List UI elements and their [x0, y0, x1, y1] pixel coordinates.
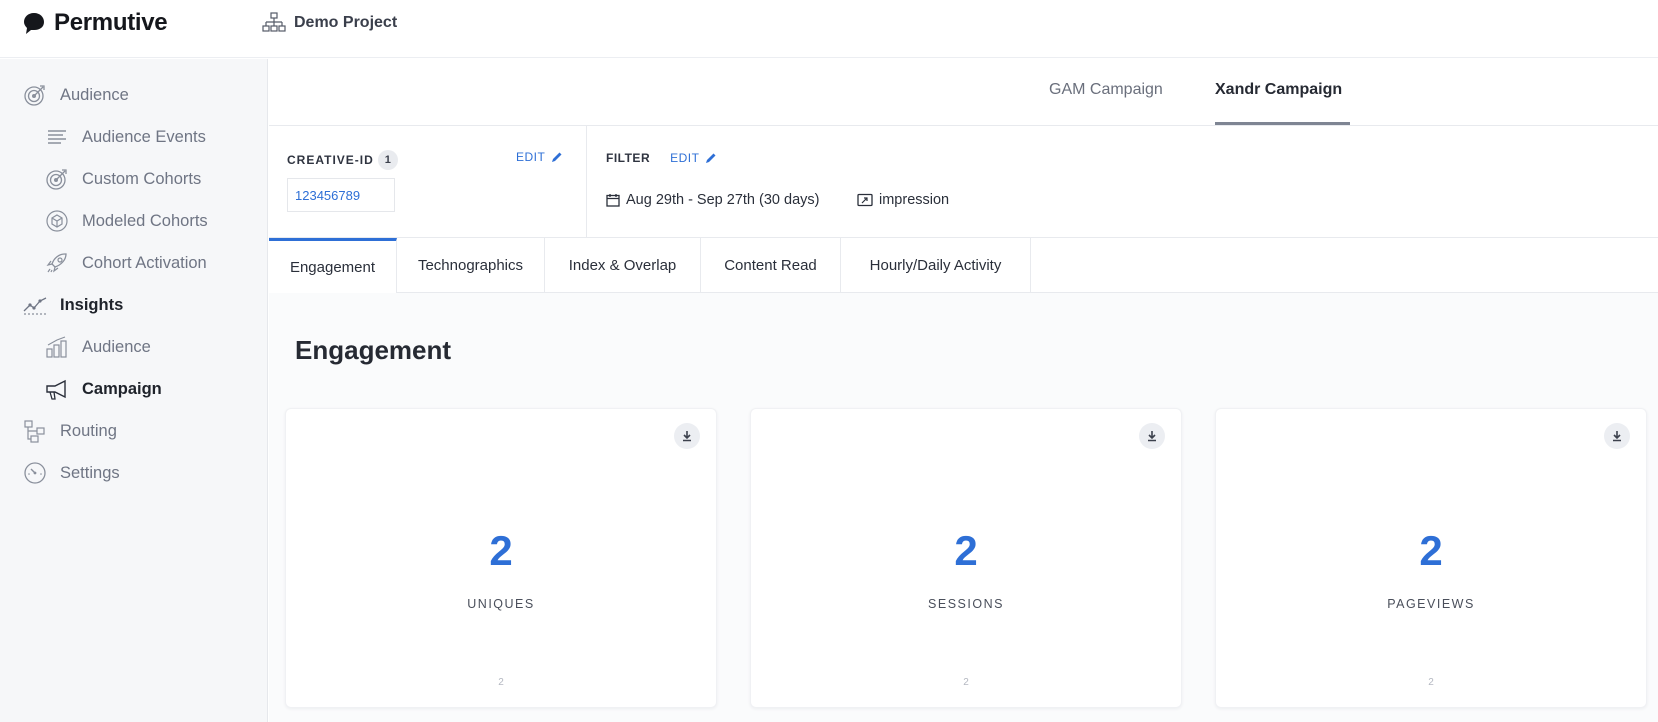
creative-count-badge: 1: [377, 150, 398, 170]
top-bar: Permutive Demo Project: [0, 0, 1658, 58]
brand-name: Permutive: [54, 9, 168, 36]
sidebar-item-label: Audience: [82, 337, 151, 356]
metric-label: PAGEVIEWS: [1387, 597, 1475, 611]
project-name: Demo Project: [294, 14, 398, 31]
date-range-text: Aug 29th - Sep 27th (30 days): [626, 192, 820, 208]
cube-icon: [44, 208, 70, 234]
section-tabs: Engagement Technographics Index & Overla…: [269, 238, 1658, 293]
tab-gam-campaign[interactable]: GAM Campaign: [1049, 81, 1163, 99]
metric-subvalue: 2: [1428, 677, 1434, 688]
sidebar-item-label: Custom Cohorts: [82, 169, 202, 188]
sidebar-item-campaign[interactable]: Campaign: [44, 376, 162, 402]
trend-line-icon: [22, 292, 48, 318]
tab-label: Index & Overlap: [568, 257, 677, 274]
impression-icon: [857, 193, 873, 207]
gauge-icon: [22, 460, 48, 486]
target-icon: [22, 82, 48, 108]
sidebar-item-audience-events[interactable]: Audience Events: [44, 124, 206, 150]
download-icon: [1148, 431, 1156, 442]
metric-value: 2: [489, 527, 513, 574]
metric-value: 2: [954, 527, 978, 574]
filter-bar: CREATIVE-ID 1 EDIT 123456789 FILTER EDIT…: [269, 126, 1658, 238]
tab-hourly-daily-activity[interactable]: Hourly/Daily Activity: [841, 238, 1031, 293]
sidebar-item-label: Insights: [60, 295, 124, 314]
creative-id-chip[interactable]: 123456789: [287, 178, 395, 212]
tab-label: Hourly/Daily Activity: [869, 257, 1002, 274]
edit-filter-button[interactable]: EDIT: [670, 151, 717, 165]
metric-value: 2: [1419, 527, 1443, 574]
download-button[interactable]: [1139, 423, 1165, 449]
permutive-logo-icon: [24, 13, 44, 34]
tab-label: Technographics: [417, 257, 524, 274]
filter-label: FILTER: [606, 151, 651, 165]
sidebar-item-label: Settings: [60, 463, 120, 482]
sidebar-item-custom-cohorts[interactable]: Custom Cohorts: [44, 166, 201, 192]
target-icon: [44, 166, 70, 192]
creative-id-label: CREATIVE-ID: [287, 153, 374, 167]
filter-date-range[interactable]: Aug 29th - Sep 27th (30 days): [606, 192, 819, 208]
sidebar-item-modeled-cohorts[interactable]: Modeled Cohorts: [44, 208, 208, 234]
sidebar-item-label: Routing: [60, 421, 117, 440]
sidebar-item-label: Campaign: [82, 379, 162, 398]
metric-card-uniques: 2 UNIQUES 2: [285, 408, 717, 708]
edit-label: EDIT: [516, 150, 546, 164]
pencil-icon: [706, 153, 716, 163]
list-lines-icon: [44, 124, 70, 150]
download-icon: [1613, 431, 1621, 442]
sidebar-item-routing[interactable]: Routing: [22, 418, 117, 444]
creative-id-panel: CREATIVE-ID 1 EDIT 123456789: [269, 126, 587, 238]
sidebar-item-insights[interactable]: Insights: [22, 292, 123, 318]
metric-card-pageviews: 2 PAGEVIEWS 2: [1215, 408, 1647, 708]
edit-label: EDIT: [670, 151, 700, 165]
section-title: Engagement: [295, 335, 452, 365]
sidebar: Audience Audience Events Custom Cohorts …: [0, 59, 268, 722]
tab-xandr-campaign[interactable]: Xandr Campaign: [1215, 81, 1342, 99]
filter-event-type[interactable]: impression: [857, 192, 949, 208]
tab-engagement[interactable]: Engagement: [269, 238, 397, 293]
sidebar-item-insights-audience[interactable]: Audience: [44, 334, 151, 360]
sidebar-item-label: Audience Events: [82, 127, 206, 146]
tab-index-overlap[interactable]: Index & Overlap: [545, 238, 701, 293]
tab-content-read[interactable]: Content Read: [701, 238, 841, 293]
sidebar-item-cohort-activation[interactable]: Cohort Activation: [44, 250, 207, 276]
project-selector[interactable]: Demo Project: [262, 12, 397, 34]
tab-label: Content Read: [724, 257, 817, 274]
bar-people-icon: [44, 334, 70, 360]
metric-subvalue: 2: [963, 677, 969, 688]
active-tab-indicator: [1215, 122, 1350, 125]
org-chart-icon: [262, 12, 286, 32]
routing-icon: [22, 418, 48, 444]
tab-label: Engagement: [289, 258, 376, 276]
event-type-text: impression: [879, 192, 950, 208]
sidebar-item-label: Cohort Activation: [82, 253, 207, 272]
pencil-icon: [552, 152, 562, 162]
sidebar-item-label: Audience: [60, 85, 129, 104]
calendar-icon: [606, 194, 620, 207]
rocket-icon: [44, 250, 70, 276]
sidebar-item-settings[interactable]: Settings: [22, 460, 120, 486]
download-button[interactable]: [1604, 423, 1630, 449]
metric-label: UNIQUES: [467, 597, 535, 611]
edit-creative-button[interactable]: EDIT: [516, 150, 563, 164]
megaphone-icon: [44, 376, 70, 402]
metric-subvalue: 2: [498, 677, 504, 688]
metric-label: SESSIONS: [928, 597, 1004, 611]
download-button[interactable]: [674, 423, 700, 449]
sidebar-item-label: Modeled Cohorts: [82, 211, 208, 230]
campaign-tabs: GAM Campaign Xandr Campaign: [269, 59, 1658, 126]
sidebar-item-audience[interactable]: Audience: [22, 82, 129, 108]
metric-card-sessions: 2 SESSIONS 2: [750, 408, 1182, 708]
tab-technographics[interactable]: Technographics: [397, 238, 545, 293]
brand[interactable]: Permutive: [22, 8, 168, 38]
download-icon: [683, 431, 691, 442]
